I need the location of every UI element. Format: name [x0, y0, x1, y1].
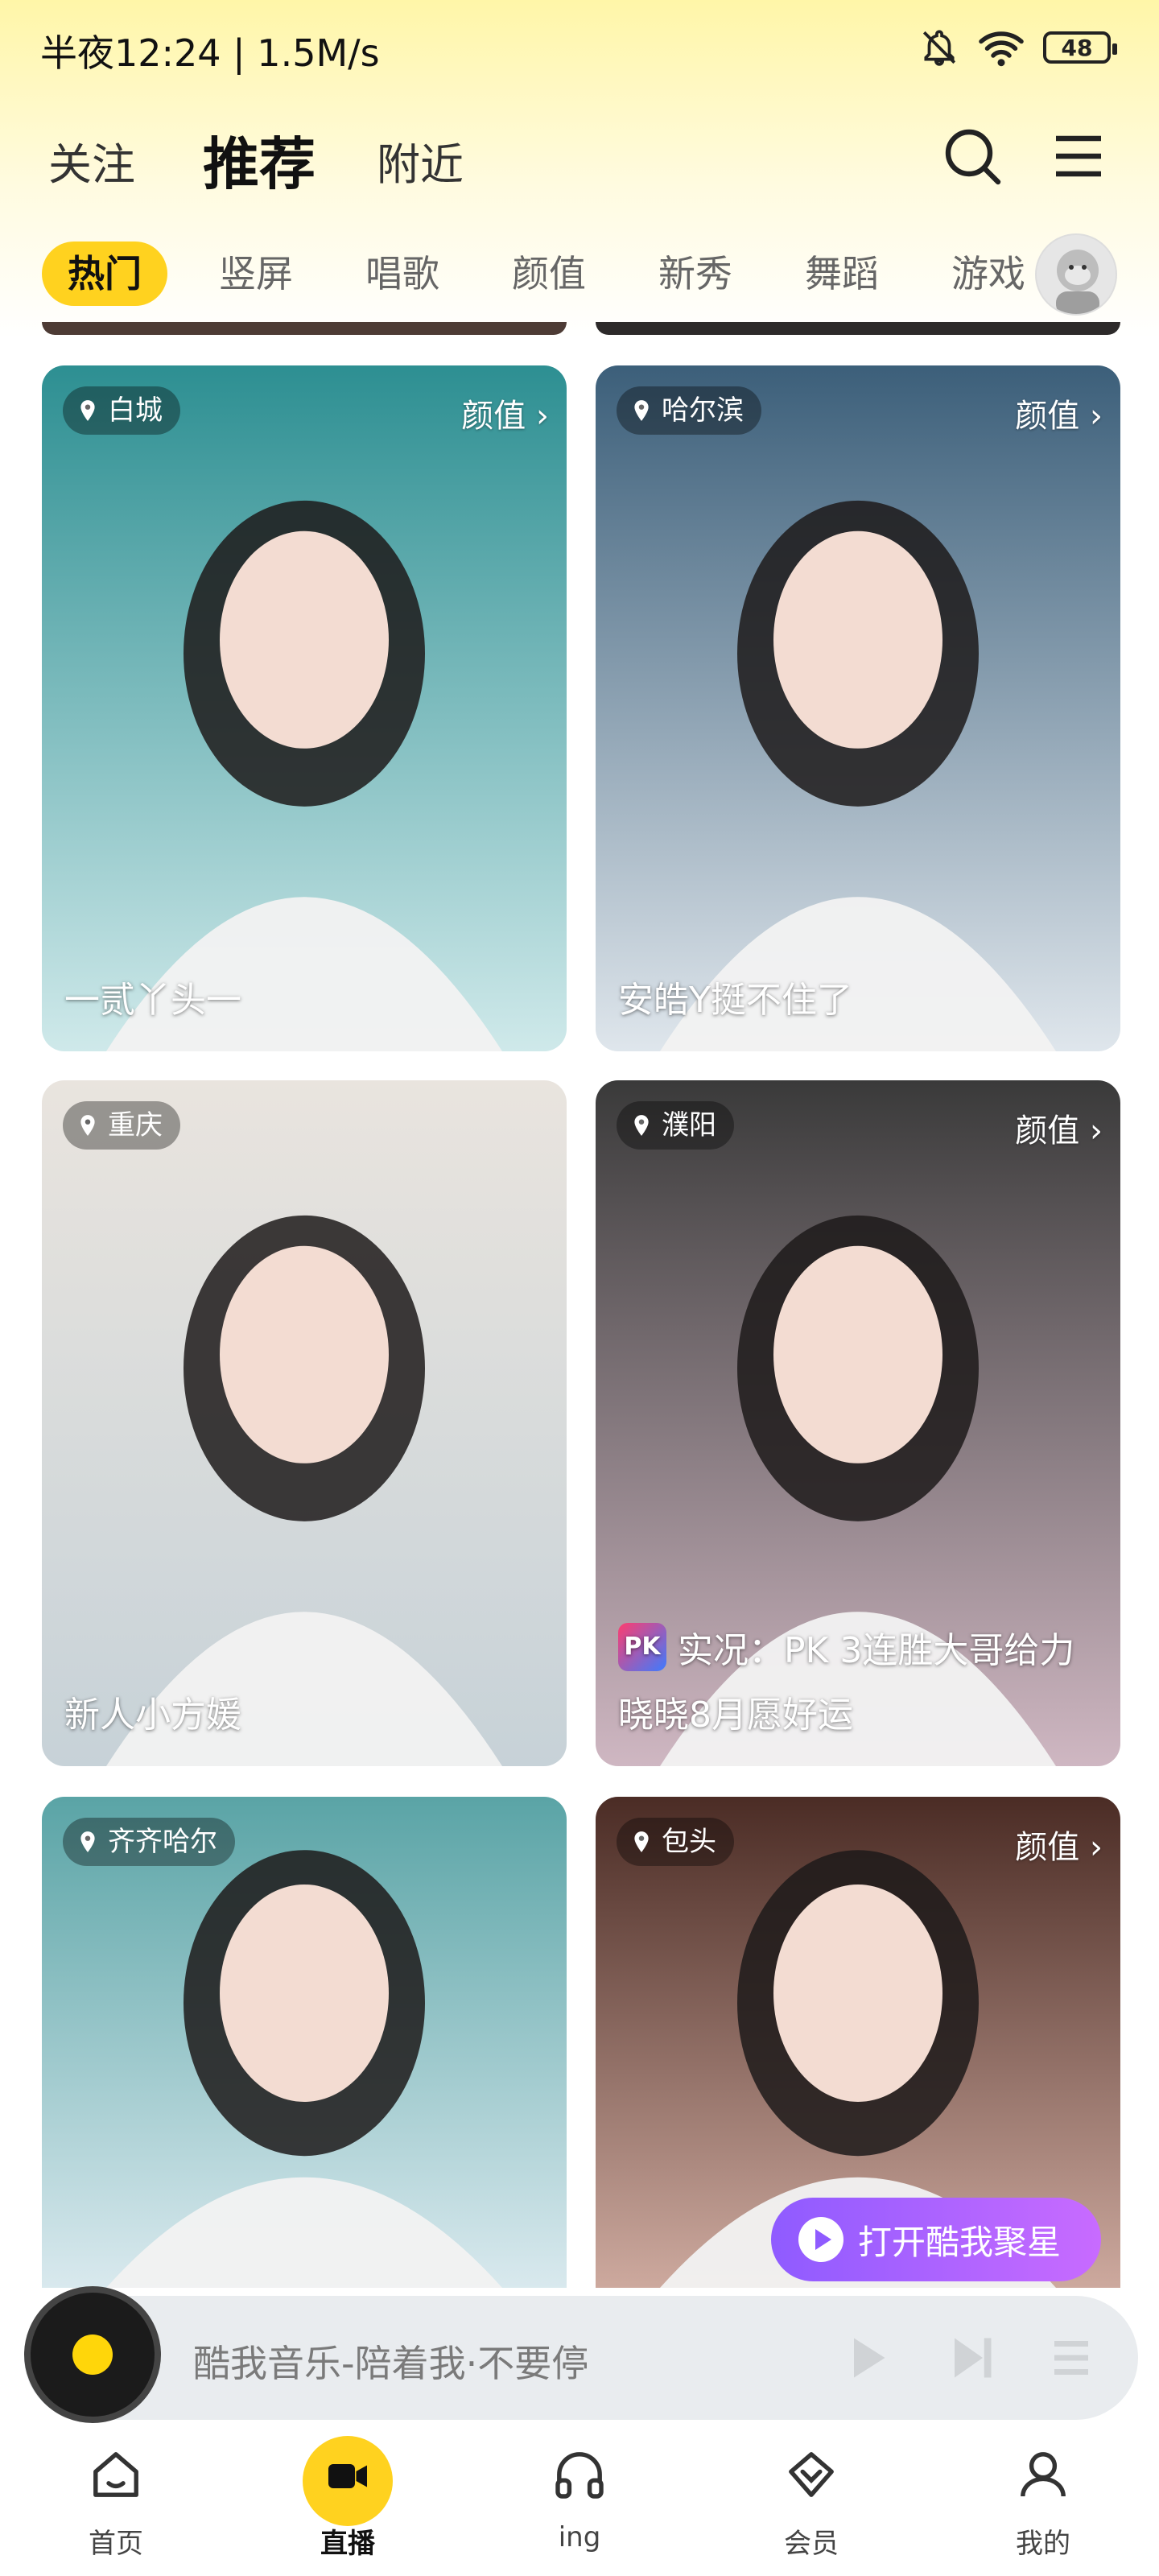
- location-pin-icon: [80, 1115, 95, 1136]
- open-app-label: 打开酷我聚星: [858, 2222, 1062, 2262]
- card-title: 一贰丫头一: [64, 980, 241, 1021]
- category-vertical[interactable]: 竖屏: [219, 242, 293, 306]
- location-badge: 哈尔滨: [617, 386, 761, 435]
- profile-icon: [1021, 2452, 1066, 2497]
- category-avatar[interactable]: [1035, 233, 1117, 316]
- category-hot[interactable]: 热门: [42, 242, 167, 306]
- category-bar: 热门 竖屏 唱歌 颜值 新秀 舞蹈 游戏: [0, 233, 1159, 322]
- bottom-nav: 首页 直播 ing 会员 我的: [0, 2431, 1159, 2576]
- location-badge: 重庆: [63, 1101, 180, 1150]
- nav-vip-label: 会员: [784, 2528, 839, 2560]
- location-pin-icon: [634, 400, 649, 421]
- category-game[interactable]: 游戏: [951, 242, 1025, 306]
- location-text: 重庆: [108, 1109, 163, 1141]
- tab-nearby[interactable]: 附近: [377, 129, 464, 192]
- nav-live[interactable]: 直播: [267, 2431, 428, 2576]
- nav-mine[interactable]: 我的: [963, 2431, 1124, 2576]
- gorilla-avatar-icon: [1056, 250, 1099, 314]
- video-icon: [328, 2464, 367, 2488]
- location-pin-icon: [80, 1831, 95, 1852]
- location-text: 白城: [108, 394, 163, 427]
- tab-recommend[interactable]: 推荐: [203, 119, 316, 202]
- streamer-silhouette: [660, 500, 1056, 1051]
- previous-card-edge: [42, 322, 567, 335]
- location-pin-icon: [80, 400, 95, 421]
- live-card[interactable]: 濮阳 颜值 › 晓晓8月愿好运 PK 实况：PK 3连胜大哥给力: [596, 1080, 1120, 1766]
- category-tag[interactable]: 颜值 ›: [1015, 1104, 1103, 1151]
- location-text: 包头: [662, 1826, 716, 1858]
- location-badge: 白城: [63, 386, 180, 435]
- streamer-silhouette: [106, 500, 502, 1051]
- category-newstar[interactable]: 新秀: [658, 242, 732, 306]
- status-time: 半夜12:24 | 1.5M/s: [40, 31, 380, 75]
- status-bar: 半夜12:24 | 1.5M/s 48: [0, 0, 1159, 97]
- location-badge: 濮阳: [617, 1101, 734, 1150]
- previous-card-edge: [596, 322, 1120, 335]
- headphones-icon: [555, 2452, 604, 2499]
- location-text: 齐齐哈尔: [108, 1826, 217, 1858]
- category-tag[interactable]: 颜值 ›: [461, 390, 549, 436]
- location-badge: 包头: [617, 1818, 734, 1866]
- category-tag[interactable]: 颜值 ›: [1015, 1821, 1103, 1868]
- live-card[interactable]: 哈尔滨 颜值 › 安皓Y挺不住了: [596, 365, 1120, 1051]
- vip-icon: [789, 2452, 834, 2497]
- location-text: 濮阳: [662, 1109, 716, 1141]
- card-title: 晓晓8月愿好运: [618, 1695, 853, 1736]
- nav-vip[interactable]: 会员: [731, 2431, 892, 2576]
- open-app-button[interactable]: 打开酷我聚星: [771, 2198, 1101, 2281]
- nav-ing-label: ing: [558, 2521, 601, 2553]
- category-tag[interactable]: 颜值 ›: [1015, 390, 1103, 436]
- category-looks[interactable]: 颜值: [512, 242, 586, 306]
- mute-bell-icon: [922, 30, 956, 66]
- pk-banner: PK 实况：PK 3连胜大哥给力: [618, 1621, 1074, 1673]
- location-pin-icon: [634, 1115, 649, 1136]
- search-icon[interactable]: [940, 124, 1004, 188]
- nav-ing[interactable]: ing: [499, 2431, 660, 2576]
- nav-home-label: 首页: [89, 2528, 143, 2560]
- home-icon: [93, 2452, 138, 2497]
- location-pin-icon: [634, 1831, 649, 1852]
- wifi-icon: [979, 31, 1024, 67]
- player-title: 酷我音乐-陪着我·不要停: [193, 2342, 589, 2385]
- category-sing[interactable]: 唱歌: [365, 242, 439, 306]
- category-dance[interactable]: 舞蹈: [805, 242, 879, 306]
- play-icon[interactable]: [837, 2330, 893, 2386]
- location-text: 哈尔滨: [662, 394, 744, 427]
- live-card[interactable]: 齐齐哈尔: [42, 1797, 567, 2288]
- nav-mine-label: 我的: [1016, 2528, 1070, 2560]
- location-badge: 齐齐哈尔: [63, 1818, 235, 1866]
- header: 关注 推荐 附近: [0, 113, 1159, 209]
- pk-text: 实况：PK 3连胜大哥给力: [678, 1630, 1075, 1671]
- live-card[interactable]: 白城 颜值 › 一贰丫头一: [42, 365, 567, 1051]
- live-card[interactable]: 重庆 新人小方媛: [42, 1080, 567, 1766]
- nav-home[interactable]: 首页: [35, 2431, 196, 2576]
- tab-recommend-label: 推荐: [203, 131, 316, 197]
- streamer-silhouette: [106, 1215, 502, 1766]
- menu-icon[interactable]: [1046, 124, 1111, 188]
- nav-live-label: 直播: [320, 2528, 375, 2560]
- streamer-silhouette: [106, 1850, 502, 2288]
- tab-follow[interactable]: 关注: [48, 129, 135, 192]
- card-title: 安皓Y挺不住了: [618, 980, 852, 1021]
- battery-icon: 48: [1043, 31, 1117, 64]
- pk-badge-icon: PK: [618, 1623, 666, 1671]
- card-title: 新人小方媛: [64, 1695, 241, 1736]
- disc-icon[interactable]: [24, 2286, 161, 2423]
- next-icon[interactable]: [943, 2330, 1000, 2386]
- playlist-icon[interactable]: [1043, 2330, 1099, 2386]
- mini-player[interactable]: 酷我音乐-陪着我·不要停: [24, 2286, 1138, 2423]
- play-circle-icon: [798, 2217, 843, 2262]
